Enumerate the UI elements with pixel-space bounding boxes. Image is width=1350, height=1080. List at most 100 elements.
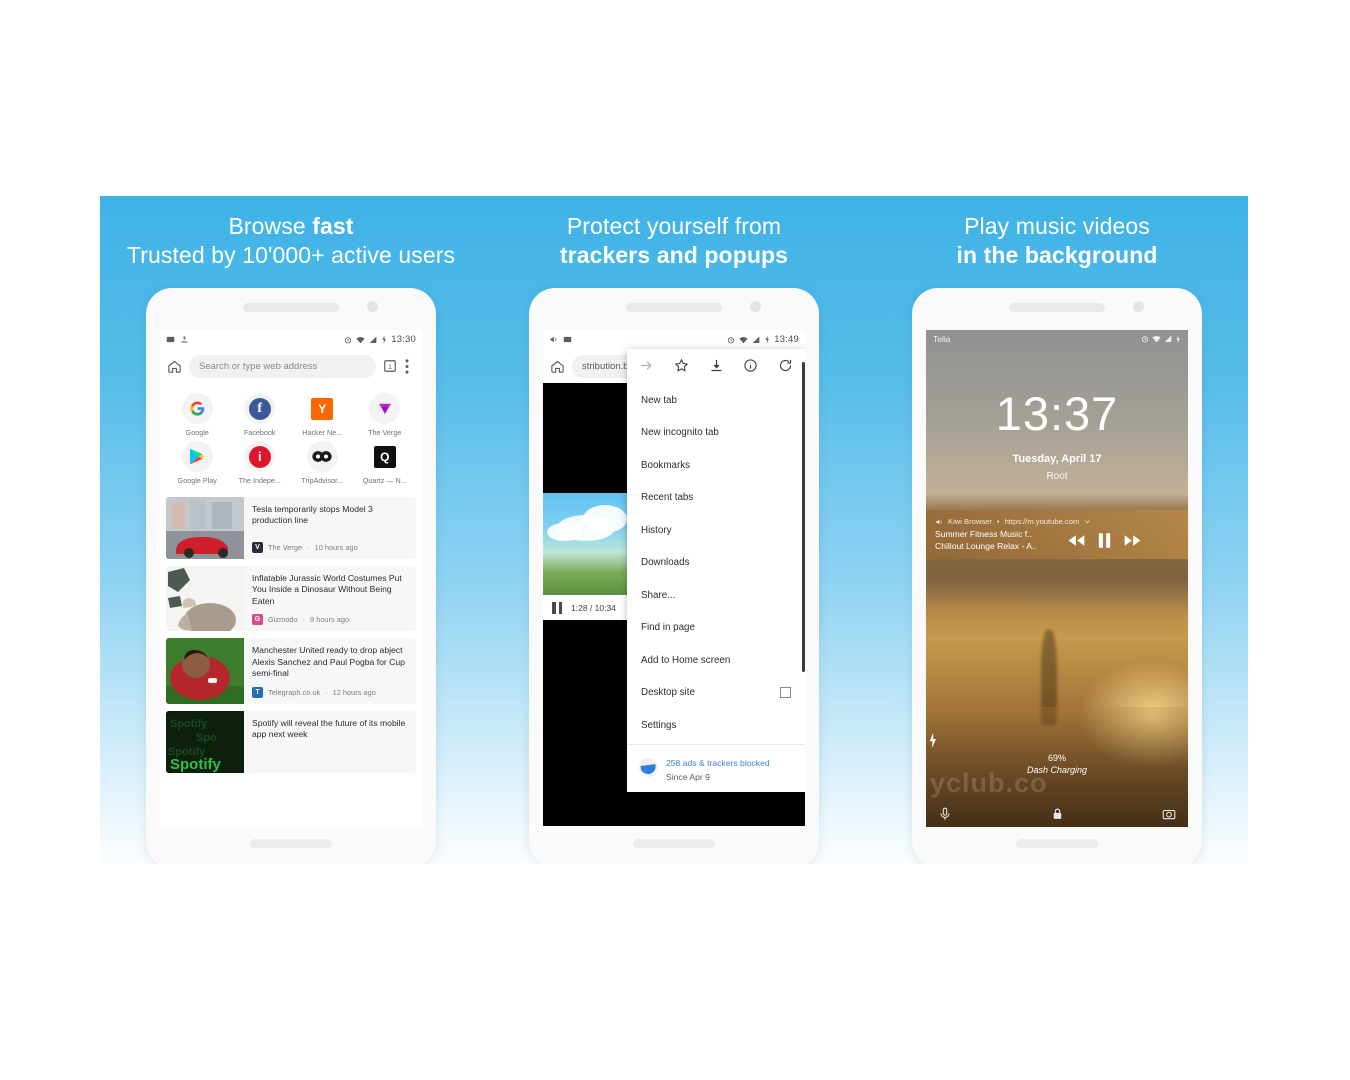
article-thumbnail bbox=[166, 497, 244, 559]
article-thumbnail bbox=[166, 638, 244, 704]
table-row[interactable]: Tesla temporarily stops Model 3 producti… bbox=[166, 497, 416, 559]
news-feed: Tesla temporarily stops Model 3 producti… bbox=[160, 493, 422, 773]
rewind-icon[interactable] bbox=[1068, 534, 1085, 547]
tile-quartz[interactable]: Q Quartz — N... bbox=[354, 441, 417, 485]
phone-3-screen: yclub.co Telia 13:37 Tuesday, April 17 R… bbox=[926, 330, 1188, 827]
media-app-name: Kiwi Browser bbox=[948, 517, 992, 526]
tile-label: Google Play bbox=[177, 476, 217, 485]
google-icon bbox=[181, 393, 213, 424]
tile-google-play[interactable]: Google Play bbox=[166, 441, 229, 485]
tab-switcher-icon[interactable]: 1 bbox=[383, 359, 398, 374]
chevron-down-icon[interactable] bbox=[1084, 518, 1091, 525]
svg-text:1: 1 bbox=[388, 363, 392, 370]
headline-1-plain: Browse bbox=[228, 213, 313, 239]
table-row[interactable]: Inflatable Jurassic World Costumes Put Y… bbox=[166, 566, 416, 632]
media-notification[interactable]: Kiwi Browser • https://m.youtube.com Sum… bbox=[926, 510, 1188, 559]
headline-2-plain: Protect yourself from bbox=[566, 213, 782, 239]
headline-3-plain: Play music videos bbox=[964, 213, 1150, 239]
menu-item-find-in-page[interactable]: Find in page bbox=[627, 612, 805, 645]
menu-item-settings[interactable]: Settings bbox=[627, 709, 805, 742]
tile-label: Facebook bbox=[243, 428, 276, 437]
verge-favicon-icon: V bbox=[252, 542, 263, 553]
lock-screen: yclub.co Telia 13:37 Tuesday, April 17 R… bbox=[926, 330, 1188, 827]
article-title: Spotify will reveal the future of its mo… bbox=[252, 717, 406, 739]
tile-label: The Indepe... bbox=[238, 476, 281, 485]
phone-mockup-3: yclub.co Telia 13:37 Tuesday, April 17 R… bbox=[912, 288, 1202, 864]
lock-screen-shortcuts bbox=[926, 807, 1188, 821]
menu-item-add-to-home-screen[interactable]: Add to Home screen bbox=[627, 644, 805, 677]
article-title: Inflatable Jurassic World Costumes Put Y… bbox=[252, 573, 402, 606]
menu-item-bookmarks[interactable]: Bookmarks bbox=[627, 449, 805, 482]
home-icon[interactable] bbox=[550, 359, 565, 374]
article-body: Inflatable Jurassic World Costumes Put Y… bbox=[252, 566, 416, 631]
forward-arrow-icon[interactable] bbox=[638, 357, 655, 374]
tile-tripadvisor[interactable]: TripAdvisor... bbox=[291, 441, 354, 485]
tile-the-verge[interactable]: The Verge bbox=[354, 393, 417, 437]
ads-blocked-footer[interactable]: 258 ads & trackers blocked Since Apr 9 bbox=[627, 743, 805, 792]
phone-2-top-bezel bbox=[529, 288, 819, 330]
volume-icon bbox=[549, 335, 558, 344]
media-url: https://m.youtube.com bbox=[1004, 517, 1080, 526]
home-icon[interactable] bbox=[167, 359, 182, 374]
menu-item-new-incognito-tab[interactable]: New incognito tab bbox=[627, 417, 805, 450]
download-icon[interactable] bbox=[708, 357, 725, 374]
phone-1-top-bezel bbox=[146, 288, 436, 330]
tile-facebook[interactable]: f Facebook bbox=[229, 393, 292, 437]
camera-icon[interactable] bbox=[1162, 808, 1176, 820]
omnibox-placeholder: Search or type web address bbox=[199, 360, 318, 372]
menu-item-downloads[interactable]: Downloads bbox=[627, 547, 805, 580]
menu-item-history[interactable]: History bbox=[627, 514, 805, 547]
article-body: Tesla temporarily stops Model 3 producti… bbox=[252, 497, 416, 559]
googleplay-icon bbox=[181, 441, 213, 472]
tile-hacker-news[interactable]: Y Hacker Ne... bbox=[291, 393, 354, 437]
media-track-title: Summer Fitness Music f.. bbox=[935, 529, 1032, 539]
article-title: Manchester United ready to drop abject A… bbox=[252, 645, 405, 679]
pause-icon[interactable] bbox=[1098, 532, 1111, 548]
bookmark-star-icon[interactable] bbox=[673, 357, 690, 374]
menu-item-recent-tabs[interactable]: Recent tabs bbox=[627, 482, 805, 515]
tile-the-independent[interactable]: i The Indepe... bbox=[229, 441, 292, 485]
article-meta: V The Verge · 10 hours ago bbox=[252, 535, 408, 553]
meta-separator: · bbox=[302, 615, 306, 625]
charging-status: 69% Dash Charging bbox=[926, 732, 1188, 775]
reload-icon[interactable] bbox=[777, 357, 794, 374]
volume-icon bbox=[935, 518, 943, 526]
menu-item-new-tab[interactable]: New tab bbox=[627, 384, 805, 417]
desktop-site-checkbox[interactable] bbox=[780, 687, 791, 699]
front-camera-icon bbox=[367, 301, 378, 312]
phone-3-bottom-bezel bbox=[912, 827, 1202, 864]
article-meta: T Telegraph.co.uk · 12 hours ago bbox=[252, 680, 408, 698]
fast-forward-icon[interactable] bbox=[1124, 534, 1141, 547]
phone-mockup-2: 13:49 stribution.bb 1:28 / 10:34 New tab… bbox=[529, 288, 819, 864]
pause-icon[interactable] bbox=[552, 601, 562, 614]
svg-text:Spotify: Spotify bbox=[170, 756, 221, 773]
menu-icon-row bbox=[627, 349, 805, 381]
earpiece-speaker bbox=[243, 303, 339, 312]
menu-scrollbar[interactable] bbox=[802, 362, 805, 672]
article-source: The Verge bbox=[268, 543, 303, 552]
microphone-icon[interactable] bbox=[938, 807, 952, 821]
wifi-icon bbox=[1152, 335, 1161, 343]
lock-icon[interactable] bbox=[1051, 807, 1064, 821]
search-input[interactable]: Search or type web address bbox=[189, 354, 376, 378]
download-icon bbox=[180, 335, 189, 344]
earpiece-speaker bbox=[626, 303, 722, 312]
article-title: Tesla temporarily stops Model 3 producti… bbox=[252, 504, 373, 526]
menu-item-label: New incognito tab bbox=[641, 427, 719, 439]
clock-date: Tuesday, April 17 bbox=[1012, 453, 1102, 465]
table-row[interactable]: Manchester United ready to drop abject A… bbox=[166, 638, 416, 704]
panel-browse-fast: Browse fast Trusted by 10'000+ active us… bbox=[100, 196, 482, 864]
charging-bolt-icon bbox=[926, 732, 1188, 749]
tile-google[interactable]: Google bbox=[166, 393, 229, 437]
menu-item-label: Downloads bbox=[641, 557, 690, 569]
page-info-icon[interactable] bbox=[742, 357, 759, 374]
telegraph-favicon-icon: T bbox=[252, 686, 263, 698]
overflow-menu-icon[interactable] bbox=[405, 358, 415, 374]
battery-charging-icon bbox=[381, 335, 387, 344]
article-thumbnail: Spotify Spo Spotify Spotify bbox=[166, 710, 244, 773]
menu-item-desktop-site[interactable]: Desktop site bbox=[627, 677, 805, 710]
table-row[interactable]: Spotify Spo Spotify Spotify Spotify will… bbox=[166, 710, 416, 773]
phone-3-status-bar: Telia bbox=[926, 330, 1188, 348]
menu-item-share[interactable]: Share... bbox=[627, 579, 805, 612]
gizmodo-favicon-icon: G bbox=[252, 614, 263, 626]
